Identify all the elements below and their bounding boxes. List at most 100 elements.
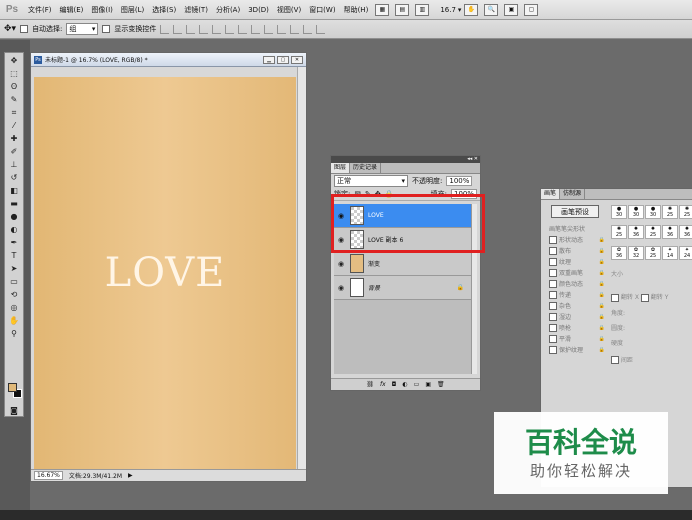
brush-option[interactable]: 散布 🔒 — [549, 245, 605, 256]
lock-icon[interactable]: 🔒 — [599, 281, 605, 287]
lock-icon[interactable]: 🔒 — [599, 303, 605, 309]
panel-collapse-bar[interactable]: ◂◂ ✕ — [331, 156, 480, 163]
brush-tip[interactable]: ✿ 36 — [611, 245, 627, 260]
brush-tip[interactable]: ✦ 14 — [662, 245, 678, 260]
marquee-tool-icon[interactable]: ⬚ — [7, 68, 21, 79]
eyedropper-tool-icon[interactable]: ⁄ — [7, 120, 21, 131]
auto-select-checkbox[interactable] — [20, 25, 29, 33]
brush-tip[interactable]: ✺ 25 — [662, 205, 678, 219]
flip-y-checkbox[interactable] — [640, 293, 649, 302]
brush-option-checkbox[interactable] — [549, 235, 557, 244]
brush-tool-icon[interactable]: ✐ — [7, 146, 21, 157]
menu-filter[interactable]: 滤镜(T) — [180, 5, 212, 15]
lasso-tool-icon[interactable]: ʘ — [7, 81, 21, 92]
foreground-color-swatch[interactable] — [8, 383, 17, 392]
brush-option[interactable]: 画笔笔尖形状 — [549, 223, 605, 234]
menu-layer[interactable]: 图层(L) — [117, 5, 148, 15]
brush-tip[interactable]: ✦ 24 — [679, 245, 692, 260]
view-extras-icon[interactable]: ▥ — [415, 3, 430, 16]
eraser-tool-icon[interactable]: ◧ — [7, 185, 21, 196]
menu-edit[interactable]: 编辑(E) — [56, 5, 88, 15]
brush-tip[interactable]: ✹ 36 — [628, 225, 644, 240]
tab-brush[interactable]: 画笔 — [541, 189, 561, 199]
close-button[interactable]: ✕ — [291, 55, 303, 64]
quick-mask-icon[interactable]: ◙ — [7, 405, 21, 416]
menu-select[interactable]: 选择(S) — [148, 5, 180, 15]
zoom-level-select[interactable]: 16.7 ▾ — [440, 6, 461, 14]
brush-presets-button[interactable]: 画笔预设 — [551, 205, 599, 218]
distribute-top-icon[interactable] — [238, 24, 248, 34]
distribute-middle-icon[interactable] — [251, 24, 261, 34]
healing-tool-icon[interactable]: ✚ — [7, 133, 21, 144]
screen-mode-icon[interactable]: ▢ — [524, 3, 539, 16]
brush-option-checkbox[interactable] — [549, 268, 557, 277]
stamp-tool-icon[interactable]: ⊥ — [7, 159, 21, 170]
brush-tip[interactable]: ✺ 25 — [611, 225, 627, 240]
auto-select-dropdown[interactable]: 组 ▾ — [66, 23, 99, 35]
zoom-status-field[interactable]: 16.67% — [34, 471, 63, 480]
brush-option[interactable]: 形状动态 🔒 — [549, 234, 605, 245]
link-layers-icon[interactable]: ⛓ — [366, 381, 374, 388]
hand-tool-icon[interactable]: ✋ — [7, 315, 21, 326]
brush-option[interactable]: 纹理 🔒 — [549, 256, 605, 267]
brush-tip[interactable]: ✿ 25 — [645, 245, 661, 260]
mini-bridge-icon[interactable]: ▤ — [395, 3, 410, 16]
document-title-bar[interactable]: Ps 未标题-1 @ 16.7% (LOVE, RGB/8) * ▁ ▢ ✕ — [31, 53, 306, 67]
brush-tip[interactable]: ✹ 25 — [645, 225, 661, 240]
minimize-button[interactable]: ▁ — [263, 55, 275, 64]
brush-tip[interactable]: ✹ 36 — [679, 225, 692, 240]
brush-option[interactable]: 保护纹理 🔒 — [549, 344, 605, 355]
distribute-left-icon[interactable] — [277, 24, 287, 34]
bridge-icon[interactable]: ▦ — [375, 3, 390, 16]
brush-option[interactable]: 颜色动态 🔒 — [549, 278, 605, 289]
brush-option[interactable]: 传递 🔒 — [549, 289, 605, 300]
blend-mode-select[interactable]: 正常 ▾ — [334, 175, 408, 187]
shape-tool-icon[interactable]: ▭ — [7, 276, 21, 287]
brush-option[interactable]: 双重画笔 🔒 — [549, 267, 605, 278]
dodge-tool-icon[interactable]: ◐ — [7, 224, 21, 235]
opacity-input[interactable]: 100% — [446, 176, 473, 186]
eye-icon[interactable]: ◉ — [336, 259, 346, 269]
blur-tool-icon[interactable]: ● — [7, 211, 21, 222]
zoom-tool-icon[interactable]: 🔍 — [484, 3, 499, 16]
fx-icon[interactable]: fx — [380, 381, 386, 388]
layer-row-gradient[interactable]: ◉ 渐变 — [334, 252, 474, 276]
brush-tip[interactable]: ● 30 — [611, 205, 627, 219]
distribute-center-icon[interactable] — [290, 24, 300, 34]
arrange-docs-icon[interactable]: ▣ — [504, 3, 519, 16]
layer-row-background[interactable]: ◉ 背景 🔒 — [334, 276, 474, 300]
brush-option-checkbox[interactable] — [549, 257, 557, 266]
move-tool-icon[interactable]: ✥▾ — [4, 24, 16, 34]
lock-icon[interactable]: 🔒 — [599, 237, 605, 243]
type-tool-icon[interactable]: T — [7, 250, 21, 261]
menu-window[interactable]: 窗口(W) — [305, 5, 339, 15]
brush-option[interactable]: 杂色 🔒 — [549, 300, 605, 311]
menu-image[interactable]: 图像(I) — [87, 5, 117, 15]
brush-option-checkbox[interactable] — [549, 246, 557, 255]
menu-file[interactable]: 文件(F) — [24, 5, 56, 15]
canvas[interactable]: LOVE — [34, 77, 296, 469]
brush-tip[interactable]: ✺ 25 — [679, 205, 692, 219]
brush-option-checkbox[interactable] — [549, 290, 557, 299]
zoom-tool-icon[interactable]: ⚲ — [7, 328, 21, 339]
restore-button[interactable]: ▢ — [277, 55, 289, 64]
gradient-tool-icon[interactable]: ▬ — [7, 198, 21, 209]
align-middle-icon[interactable] — [173, 24, 183, 34]
lock-icon[interactable]: 🔒 — [599, 314, 605, 320]
quick-select-tool-icon[interactable]: ✎ — [7, 94, 21, 105]
menu-analysis[interactable]: 分析(A) — [212, 5, 244, 15]
lock-icon[interactable]: 🔒 — [599, 347, 605, 353]
collapse-icon[interactable]: ◂◂ ✕ — [467, 156, 478, 163]
brush-option-checkbox[interactable] — [549, 301, 557, 310]
lock-icon[interactable]: 🔒 — [599, 292, 605, 298]
adjustment-layer-icon[interactable]: ◐ — [402, 381, 407, 388]
brush-tip[interactable]: ● 30 — [628, 205, 644, 219]
delete-layer-icon[interactable]: 🗑 — [437, 381, 445, 388]
lock-icon[interactable]: 🔒 — [599, 259, 605, 265]
lock-icon[interactable]: 🔒 — [599, 248, 605, 254]
brush-option[interactable]: 喷枪 🔒 — [549, 322, 605, 333]
flip-x-checkbox[interactable] — [611, 293, 619, 302]
auto-align-icon[interactable] — [316, 24, 326, 34]
brush-option[interactable]: 湿边 🔒 — [549, 311, 605, 322]
align-bottom-icon[interactable] — [186, 24, 196, 34]
